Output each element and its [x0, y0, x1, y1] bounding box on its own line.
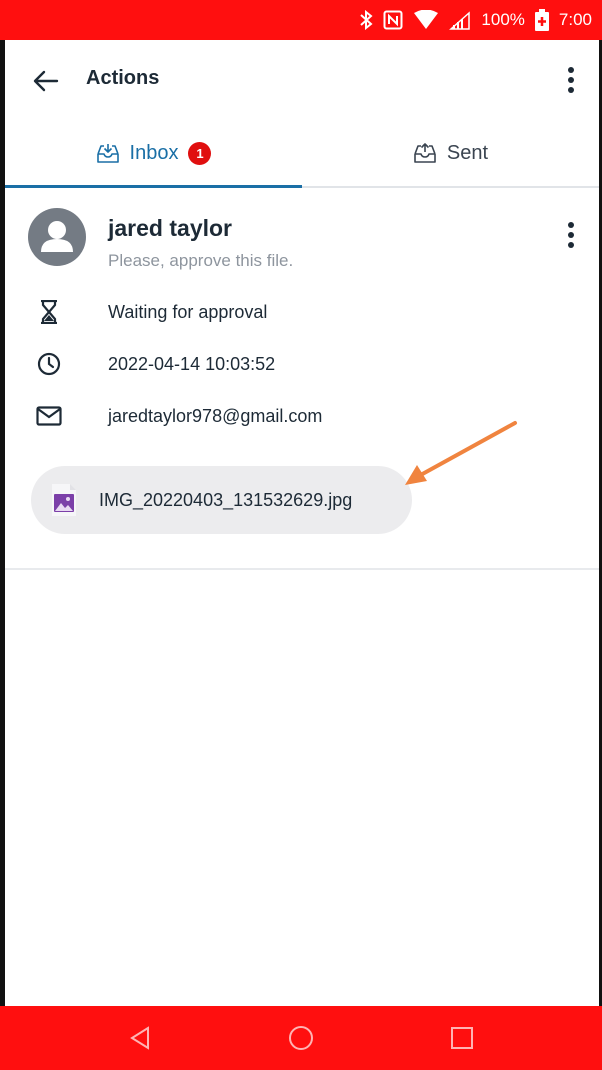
- nfc-icon: [383, 10, 403, 30]
- timestamp-text: 2022-04-14 10:03:52: [108, 353, 276, 374]
- annotation-arrow: [405, 421, 517, 485]
- status-time: 7:00: [558, 10, 592, 29]
- attachment-chip[interactable]: IMG_20220403_131532629.jpg: [31, 466, 412, 534]
- app-header: Actions: [5, 40, 599, 120]
- clock-icon: [35, 350, 63, 378]
- timestamp-row: 2022-04-14 10:03:52: [5, 344, 599, 384]
- sender-message: Please, approve this file.: [108, 251, 294, 270]
- hourglass-icon: [35, 298, 63, 326]
- more-vertical-icon: [568, 222, 574, 248]
- back-button[interactable]: [31, 66, 61, 96]
- avatar: [28, 208, 86, 266]
- arrow-left-icon: [33, 70, 59, 92]
- status-row: Waiting for approval: [5, 292, 599, 332]
- more-vertical-icon: [568, 67, 574, 93]
- square-recents-icon: [450, 1027, 473, 1049]
- nav-home-button[interactable]: [271, 1018, 331, 1058]
- inbox-icon: [96, 144, 119, 163]
- status-text: Waiting for approval: [108, 301, 268, 322]
- status-bar: 100% 7:00: [0, 0, 602, 40]
- tab-sent[interactable]: Sent: [302, 120, 599, 186]
- system-nav-bar: [0, 1006, 602, 1070]
- email-text: jaredtaylor978@gmail.com: [108, 405, 323, 426]
- nav-recents-button[interactable]: [432, 1018, 492, 1058]
- tab-inbox[interactable]: Inbox 1: [5, 120, 302, 188]
- header-more-button[interactable]: [561, 65, 581, 95]
- signal-icon: [449, 10, 471, 30]
- circle-home-icon: [288, 1026, 313, 1050]
- outbox-icon: [414, 143, 436, 163]
- attachment-filename: IMG_20220403_131532629.jpg: [99, 489, 353, 510]
- page-title: Actions: [86, 67, 160, 89]
- wifi-icon: [413, 10, 439, 30]
- tab-bar: Inbox 1 Sent: [5, 120, 599, 188]
- inbox-count-badge: 1: [188, 141, 212, 165]
- nav-back-button[interactable]: [110, 1018, 170, 1058]
- user-icon: [41, 221, 73, 252]
- mail-icon: [35, 402, 63, 430]
- sender-name: jared taylor: [108, 215, 232, 241]
- tab-sent-label: Sent: [446, 141, 489, 164]
- bluetooth-icon: [359, 10, 373, 30]
- triangle-back-icon: [130, 1026, 150, 1050]
- image-file-icon: [52, 484, 76, 516]
- battery-percent: 100%: [481, 10, 525, 29]
- tab-inbox-label: Inbox: [129, 141, 179, 164]
- battery-icon: [534, 9, 549, 31]
- action-more-button[interactable]: [561, 220, 581, 250]
- action-card[interactable]: jared taylor Please, approve this file. …: [5, 190, 599, 570]
